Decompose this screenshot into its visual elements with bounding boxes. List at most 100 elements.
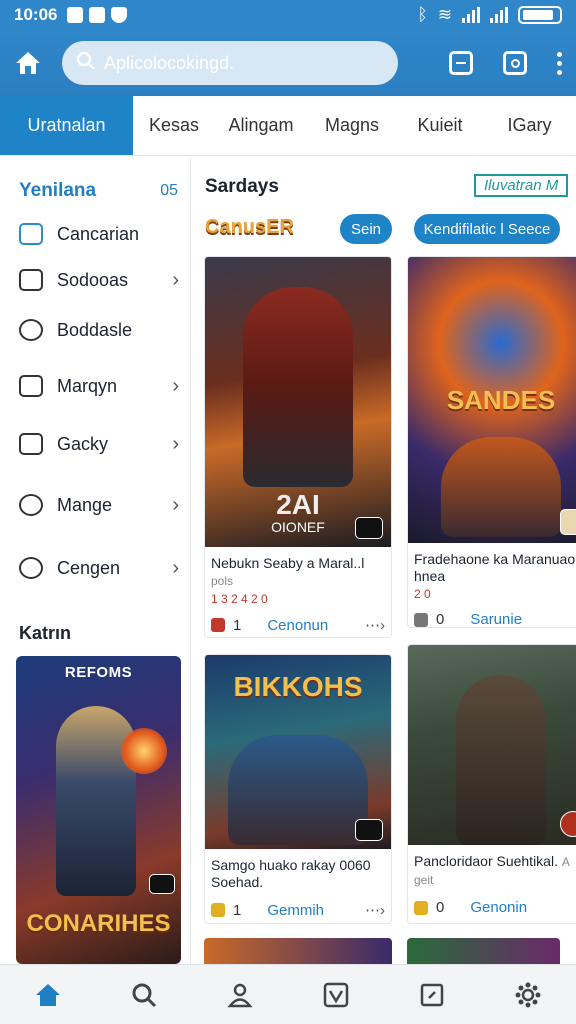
battery-icon — [518, 6, 562, 24]
status-time: 10:06 — [14, 5, 58, 24]
category-tabs: Uratnalan Kesas Alingam Magns Kuieit IGa… — [0, 96, 576, 156]
game-logo: CONARIHES — [26, 910, 171, 937]
avatar — [560, 509, 576, 535]
people-icon[interactable] — [225, 980, 255, 1010]
sidebar-item-mange[interactable]: Mange › — [3, 485, 191, 525]
wifi-icon: ≋ — [437, 5, 452, 24]
sidebar-item-label: Cancarian — [57, 223, 140, 244]
more-arrow-icon[interactable]: ⋯› — [365, 616, 385, 634]
folder-icon — [19, 375, 43, 397]
game-card-partial[interactable] — [204, 938, 392, 964]
sidebar-header: Yenilana 05 — [3, 158, 190, 206]
card-count: 0 — [436, 899, 445, 916]
card-meta: 2 0 — [414, 587, 431, 601]
clip-icon[interactable] — [417, 980, 447, 1010]
notification-icon — [67, 7, 84, 23]
card-badge: REFOMS — [64, 664, 133, 681]
sidebar-item-marqyn[interactable]: Marqyn › — [3, 366, 191, 406]
more-icon[interactable] — [557, 51, 562, 75]
card-action[interactable]: Gemmih — [267, 902, 324, 919]
card-title: Pancloridaor Suehtikal. A geit — [408, 845, 576, 889]
game-card[interactable]: 2AI OIONEF Nebukn Seaby a Maral..l pols … — [204, 256, 392, 638]
notification-icons — [67, 7, 128, 23]
play-icon — [355, 819, 383, 841]
card-count: 1 — [233, 901, 242, 919]
card-footer: 1 Gemmih ⋯› — [205, 891, 391, 923]
check-icon[interactable] — [321, 980, 351, 1010]
chevron-right-icon: › — [172, 556, 179, 579]
game-cover — [408, 645, 576, 845]
chevron-right-icon: › — [172, 432, 179, 455]
chat-icon — [19, 494, 43, 516]
sidebar-item-boddasle[interactable]: Boddasle — [3, 310, 191, 350]
search-input[interactable]: Aplicolocokingd. — [62, 41, 398, 85]
status-bar: 10:06 ᛒ ≋ — [0, 0, 576, 30]
home-icon[interactable] — [33, 980, 63, 1010]
comment-icon — [414, 612, 428, 627]
section-link[interactable]: Iluvatran M — [474, 174, 569, 197]
fire-artwork — [121, 728, 167, 774]
card-meta: 1 3 2 4 2 0 — [211, 592, 268, 606]
game-card[interactable]: Pancloridaor Suehtikal. A geit 0 Genonin… — [407, 644, 576, 924]
play-icon — [355, 517, 383, 539]
card-count: 0 — [436, 611, 445, 628]
game-cover: SANDES — [408, 257, 576, 543]
chevron-right-icon: › — [172, 493, 179, 516]
sidebar-item-label: Cengen — [57, 557, 121, 578]
tab-uratnalan[interactable]: Uratnalan — [0, 96, 133, 155]
tab-alingam[interactable]: Alingam — [215, 96, 307, 155]
sidebar-item-cancarian[interactable]: Cancarian — [3, 214, 191, 254]
sidebar-item-label: Boddasle — [57, 319, 133, 340]
game-cover: 2AI OIONEF — [205, 257, 391, 547]
settings-icon[interactable] — [513, 980, 543, 1010]
more-arrow-icon[interactable]: ⋯› — [365, 901, 385, 919]
sidebar: Yenilana 05 Cancarian Sodooas › Boddasle… — [3, 158, 191, 964]
card-action[interactable]: Sarunie — [470, 611, 522, 627]
card-footer: 0 Sarunie › — [408, 601, 576, 628]
chevron-right-icon: › — [172, 268, 179, 291]
game-card-partial[interactable] — [407, 938, 560, 964]
sidebar-item-gacky[interactable]: Gacky › — [3, 424, 191, 464]
card-action[interactable]: Genonin — [470, 899, 527, 916]
sidebar-count: 05 — [160, 182, 178, 199]
hero-artwork — [56, 706, 136, 896]
card-action[interactable]: Cenonun — [267, 617, 328, 634]
sidebar-item-label: Sodooas — [57, 269, 129, 290]
sidebar-item-cengen[interactable]: Cengen › — [3, 548, 191, 588]
tablet-icon[interactable] — [449, 51, 473, 75]
card-title: Samgo huako rakay 0060 Soehad. — [211, 857, 371, 890]
sidebar-section-title: Katrın — [19, 623, 72, 643]
game-card[interactable]: SANDES Fradehaone ka Maranuao hnea 2 0 0… — [407, 256, 576, 628]
card-icon — [19, 433, 43, 455]
card-tag: pols — [211, 574, 234, 588]
person-icon — [19, 319, 43, 341]
tab-igary[interactable]: IGary — [483, 96, 576, 155]
sidebar-item-sodooas[interactable]: Sodooas › — [3, 260, 191, 300]
tab-kuieit[interactable]: Kuieit — [397, 96, 483, 155]
camera-icon[interactable] — [503, 51, 527, 75]
game-cover: BIKKOHS — [205, 655, 391, 849]
search-icon — [76, 51, 96, 76]
chevron-right-icon: › — [172, 374, 179, 397]
character-artwork — [456, 675, 546, 845]
comment-icon — [211, 903, 225, 917]
app-bar: Aplicolocokingd. — [0, 30, 576, 96]
section-heading: Sardays — [205, 176, 279, 197]
card-title-text: Pancloridaor Suehtikal. — [414, 853, 558, 869]
filter-pill-seece[interactable]: Kendifilatic l Seece — [414, 214, 560, 244]
bluetooth-icon: ᛒ — [417, 5, 428, 24]
card-title: Fradehaone ka Maranuao hnea — [414, 551, 576, 584]
home-icon[interactable] — [14, 49, 42, 77]
card-footer: 0 Genonin › — [408, 889, 576, 923]
filter-pill-sein[interactable]: Sein — [340, 214, 392, 244]
tab-magns[interactable]: Magns — [307, 96, 397, 155]
featured-game-card[interactable]: REFOMS CONARIHES — [16, 656, 181, 964]
tab-kesas[interactable]: Kesas — [133, 96, 215, 155]
avatar — [560, 811, 576, 837]
comment-icon — [414, 900, 428, 915]
game-card[interactable]: BIKKOHS Samgo huako rakay 0060 Soehad. 1… — [204, 654, 392, 924]
card-title: Nebukn Seaby a Maral..l pols — [205, 547, 391, 590]
search-icon[interactable] — [129, 980, 159, 1010]
cover-title: SANDES — [446, 385, 556, 415]
folder-icon — [19, 269, 43, 291]
